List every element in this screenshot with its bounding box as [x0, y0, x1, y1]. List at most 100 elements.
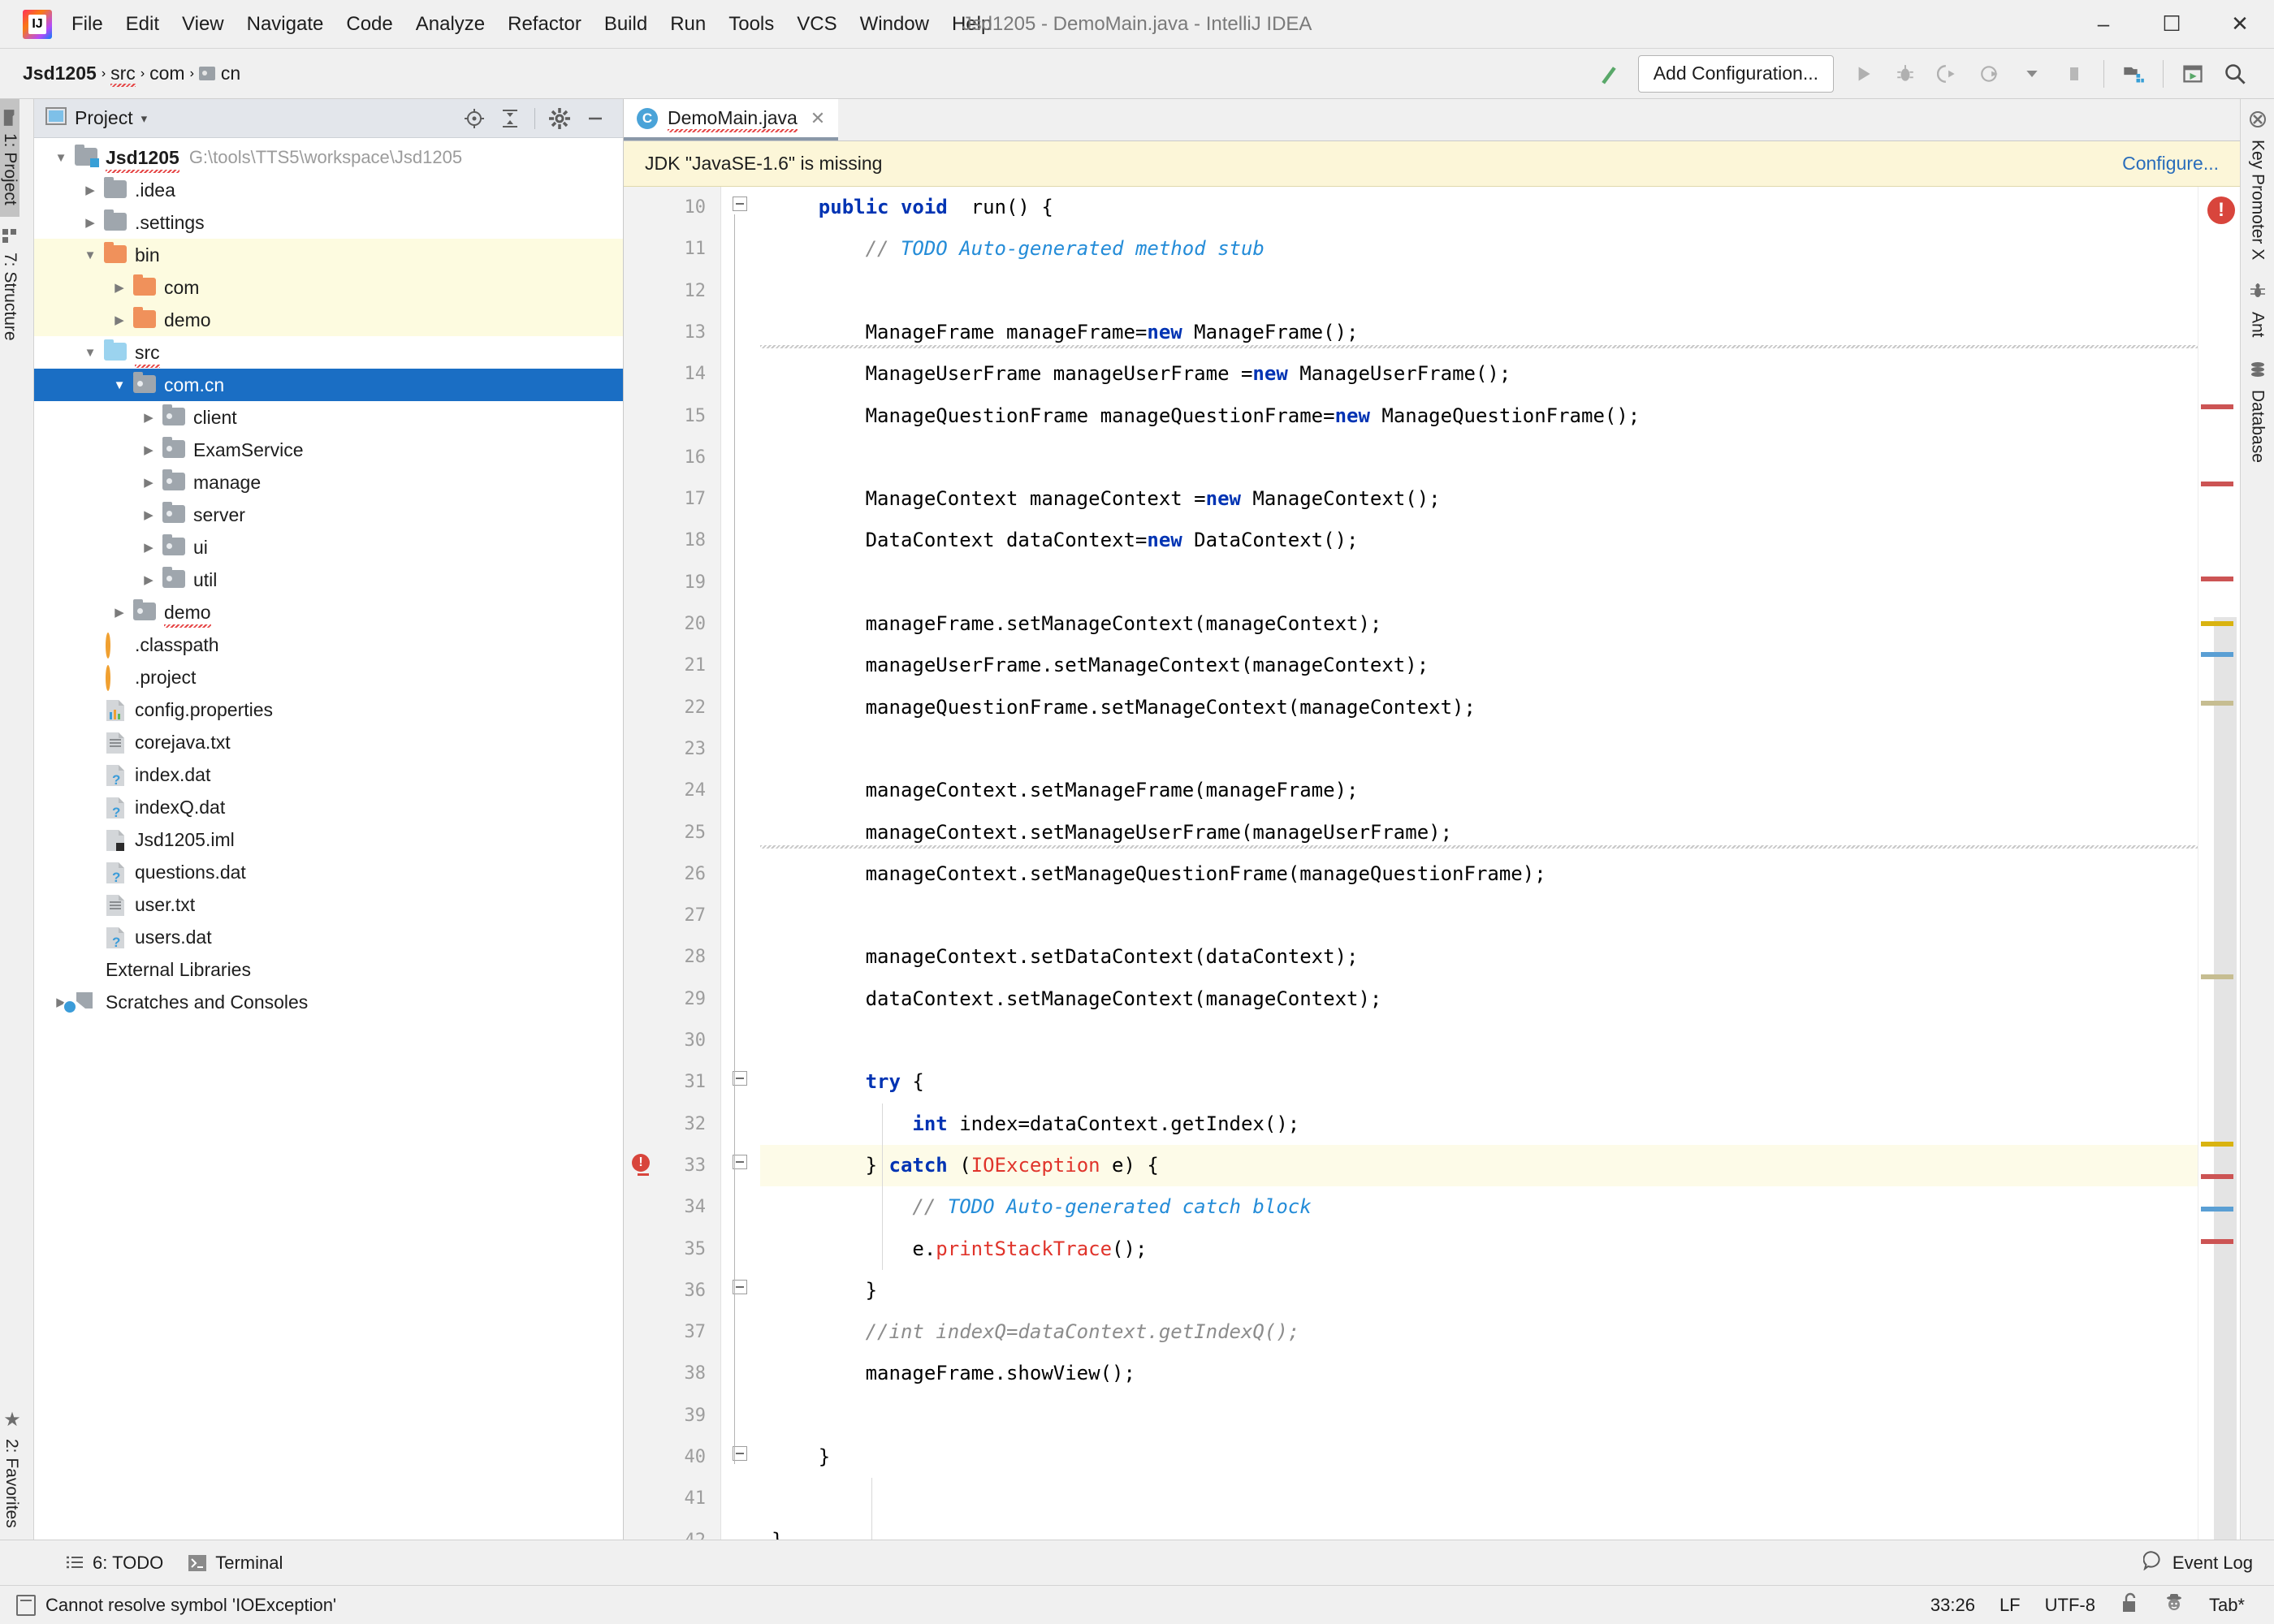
code-line[interactable]: dataContext.setManageContext(manageConte… — [760, 978, 2198, 1020]
line-number-gutter[interactable]: 10 11 12 13 14 15 16 17 18 19 20 21 22 23 24 25 26 27 28 29… — [624, 187, 721, 1540]
code-line[interactable] — [760, 562, 2198, 603]
breadcrumb-item-com[interactable]: com — [145, 59, 189, 88]
search-everywhere-icon[interactable] — [2214, 53, 2256, 95]
tree-node-server[interactable]: ▶ server — [34, 499, 623, 531]
stripe-marker-todo[interactable] — [2201, 701, 2233, 706]
code-line[interactable]: } — [760, 1270, 2198, 1311]
close-button[interactable]: ✕ — [2206, 0, 2274, 49]
close-icon[interactable]: ✕ — [811, 108, 825, 129]
bottom-tab-todo[interactable]: 6: TODO — [65, 1553, 163, 1574]
locate-icon[interactable] — [458, 102, 491, 135]
fold-end-icon[interactable] — [733, 1279, 752, 1301]
chevron-down-icon[interactable]: ▾ — [141, 111, 148, 126]
editor-scrollbar-thumb[interactable] — [2214, 617, 2237, 1540]
code-text-area[interactable]: public void run() { // TODO Auto-generat… — [760, 187, 2198, 1540]
chevron-down-icon[interactable]: ▼ — [81, 246, 99, 264]
code-line[interactable]: manageFrame.showView(); — [760, 1353, 2198, 1394]
stripe-marker-error[interactable] — [2201, 577, 2233, 581]
code-line[interactable]: //int indexQ=dataContext.getIndexQ(); — [760, 1311, 2198, 1353]
menu-item-code[interactable]: Code — [335, 0, 404, 48]
caret-position[interactable]: 33:26 — [1930, 1595, 1975, 1616]
tree-node-external-libraries[interactable]: External Libraries — [34, 953, 623, 986]
project-tree[interactable]: ▼ Jsd1205 G:\tools\TTS5\workspace\Jsd1205 ▶… — [34, 138, 623, 1540]
tree-node-com-cn[interactable]: ▼ com.cn — [34, 369, 623, 401]
hector-icon[interactable] — [2164, 1592, 2185, 1618]
sidebar-item-structure[interactable]: 7: Structure — [0, 217, 19, 352]
code-line[interactable] — [760, 270, 2198, 312]
stripe-marker-info[interactable] — [2201, 652, 2233, 657]
tree-node--idea[interactable]: ▶ .idea — [34, 174, 623, 206]
tree-node-ui[interactable]: ▶ ui — [34, 531, 623, 564]
stripe-marker-error[interactable] — [2201, 482, 2233, 486]
tree-node-client[interactable]: ▶ client — [34, 401, 623, 434]
code-line[interactable]: manageQuestionFrame.setManageContext(man… — [760, 687, 2198, 728]
code-line[interactable]: manageContext.setManageFrame(manageFrame… — [760, 770, 2198, 811]
chevron-right-icon[interactable]: ▶ — [110, 603, 128, 621]
sidebar-item-favorites[interactable]: ★ 2: Favorites — [0, 1397, 23, 1540]
code-line[interactable]: manageUserFrame.setManageContext(manageC… — [760, 645, 2198, 686]
code-line[interactable] — [760, 1478, 2198, 1519]
maximize-button[interactable]: ☐ — [2138, 0, 2206, 49]
chevron-right-icon[interactable]: ▶ — [81, 214, 99, 231]
code-line[interactable] — [760, 1020, 2198, 1061]
stripe-marker-error[interactable] — [2201, 1174, 2233, 1179]
tree-node-manage[interactable]: ▶ manage — [34, 466, 623, 499]
debug-icon[interactable] — [1884, 53, 1926, 95]
error-stripe-markers[interactable]: ! — [2198, 187, 2240, 1540]
tree-node-util[interactable]: ▶ util — [34, 564, 623, 596]
code-line[interactable] — [760, 895, 2198, 936]
chevron-right-icon[interactable]: ▶ — [140, 538, 158, 556]
breadcrumb-item-cn[interactable]: cn — [194, 59, 245, 88]
sidebar-item-ant[interactable]: Ant — [2248, 271, 2268, 349]
code-line[interactable] — [760, 728, 2198, 770]
code-line[interactable]: ManageFrame manageFrame=new ManageFrame(… — [760, 312, 2198, 353]
error-gutter-icon[interactable]: ! — [632, 1153, 655, 1177]
code-line[interactable]: public void run() { — [760, 187, 2198, 228]
tree-node-index-dat[interactable]: index.dat — [34, 758, 623, 791]
menu-item-view[interactable]: View — [171, 0, 236, 48]
chevron-down-icon[interactable]: ▼ — [110, 376, 128, 394]
tree-node-corejava-txt[interactable]: corejava.txt — [34, 726, 623, 758]
stripe-marker-info[interactable] — [2201, 1207, 2233, 1212]
code-line[interactable]: // TODO Auto-generated catch block — [760, 1186, 2198, 1228]
chevron-right-icon[interactable]: ▶ — [140, 571, 158, 589]
stripe-marker-warning[interactable] — [2201, 1142, 2233, 1147]
tree-node--classpath[interactable]: .classpath — [34, 628, 623, 661]
line-separator[interactable]: LF — [1999, 1595, 2021, 1616]
code-line[interactable] — [760, 1395, 2198, 1436]
stripe-marker-warning[interactable] — [2201, 621, 2233, 626]
stripe-marker-error[interactable] — [2201, 404, 2233, 409]
collapse-all-icon[interactable] — [494, 102, 526, 135]
tree-node-src[interactable]: ▼ src — [34, 336, 623, 369]
menu-item-window[interactable]: Window — [849, 0, 940, 48]
chevron-right-icon[interactable]: ▶ — [140, 506, 158, 524]
code-line[interactable]: ManageQuestionFrame manageQuestionFrame=… — [760, 395, 2198, 437]
code-line[interactable]: ManageUserFrame manageUserFrame =new Man… — [760, 353, 2198, 395]
code-line[interactable]: DataContext dataContext=new DataContext(… — [760, 520, 2198, 561]
fold-collapse-icon[interactable] — [733, 1071, 754, 1096]
minimize-button[interactable]: – — [2069, 0, 2138, 49]
chevron-right-icon[interactable]: ▶ — [81, 181, 99, 199]
project-structure-icon[interactable] — [2112, 53, 2155, 95]
code-line[interactable]: manageContext.setDataContext(dataContext… — [760, 936, 2198, 978]
code-line[interactable]: manageContext.setManageQuestionFrame(man… — [760, 853, 2198, 895]
breadcrumb-item-src[interactable]: src — [106, 59, 141, 88]
profiler-icon[interactable] — [1969, 53, 2011, 95]
bottom-tab-terminal[interactable]: Terminal — [188, 1553, 283, 1574]
fold-gutter[interactable] — [721, 187, 760, 1540]
chevron-right-icon[interactable]: ▶ — [140, 408, 158, 426]
code-line[interactable]: ManageContext manageContext =new ManageC… — [760, 478, 2198, 520]
breadcrumb-item-jsd1205[interactable]: Jsd1205 — [18, 59, 102, 88]
menu-item-help[interactable]: Help — [940, 0, 1003, 48]
tree-node-config-properties[interactable]: config.properties — [34, 693, 623, 726]
sidebar-item-database[interactable]: Database — [2248, 349, 2268, 474]
code-line[interactable]: // TODO Auto-generated method stub — [760, 228, 2198, 270]
fold-end-icon[interactable] — [733, 1154, 752, 1176]
add-configuration-button[interactable]: Add Configuration... — [1637, 54, 1834, 93]
menu-item-file[interactable]: File — [60, 0, 115, 48]
chevron-down-icon[interactable] — [2011, 53, 2053, 95]
code-line[interactable]: e.printStackTrace(); — [760, 1229, 2198, 1270]
chevron-right-icon[interactable]: ▶ — [110, 279, 128, 296]
menu-item-tools[interactable]: Tools — [717, 0, 785, 48]
tree-node-jsd1205[interactable]: ▼ Jsd1205 G:\tools\TTS5\workspace\Jsd1205 — [34, 141, 623, 174]
